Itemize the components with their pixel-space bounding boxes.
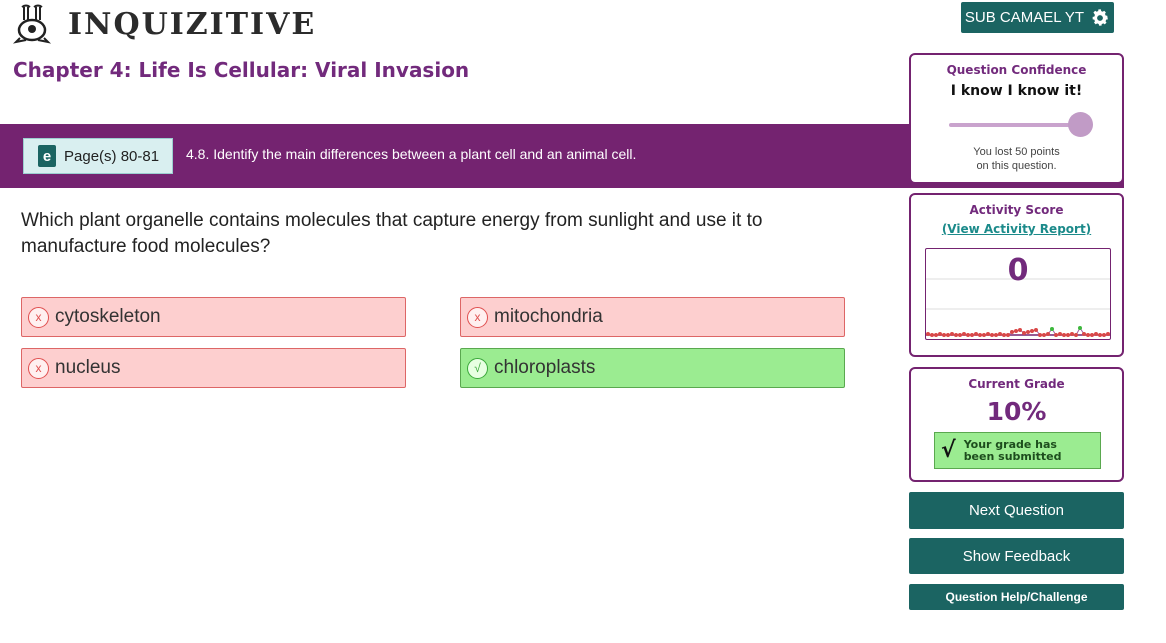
activity-point [1066, 333, 1070, 337]
activity-point [986, 332, 990, 336]
incorrect-x-icon: x [28, 306, 49, 328]
activity-point [1098, 333, 1102, 337]
activity-point [1010, 330, 1014, 334]
ebook-pages-button[interactable]: e Page(s) 80-81 [23, 138, 173, 174]
logo-wordmark: INQUIZITIVE [68, 6, 317, 42]
grade-submitted-badge: √ Your grade has been submitted [934, 432, 1101, 469]
confidence-slider-handle[interactable] [1068, 112, 1093, 137]
question-confidence-panel: Question Confidence I know I know it! Yo… [909, 53, 1124, 184]
activity-point [950, 332, 954, 336]
user-name-label: SUB CAMAEL YT [964, 9, 1085, 26]
activity-point [1026, 330, 1030, 334]
confidence-value: I know I know it! [950, 83, 1083, 99]
incorrect-x-icon: x [467, 306, 488, 328]
answer-label: cytoskeleton [55, 306, 161, 327]
activity-point [942, 333, 946, 337]
activity-point [966, 333, 970, 337]
points-lost-line2: on this question. [976, 160, 1057, 172]
activity-point [998, 332, 1002, 336]
chapter-title: Chapter 4: Life Is Cellular: Viral Invas… [13, 58, 470, 82]
question-help-challenge-button[interactable]: Question Help/Challenge [909, 584, 1124, 610]
incorrect-x-icon: x [28, 357, 49, 379]
activity-point [1050, 327, 1054, 331]
next-question-button[interactable]: Next Question [909, 492, 1124, 529]
page-ref-label: Page(s) 80-81 [64, 147, 160, 165]
activity-point [1078, 326, 1082, 330]
current-grade-panel: Current Grade 10% √ Your grade has been … [909, 367, 1124, 482]
activity-point [1046, 332, 1050, 336]
activity-point [990, 333, 994, 337]
activity-heading: Activity Score [969, 203, 1064, 217]
activity-point [1102, 333, 1106, 337]
question-text: Which plant organelle contains molecules… [21, 210, 763, 257]
activity-point [962, 332, 966, 336]
activity-point [1070, 332, 1074, 336]
checkmark-icon: √ [941, 438, 956, 463]
activity-score-chart: 0 [925, 248, 1111, 340]
activity-point [1054, 333, 1058, 337]
activity-point [1082, 332, 1086, 336]
ebook-icon: e [38, 145, 56, 167]
activity-point [1006, 333, 1010, 337]
activity-point [974, 332, 978, 336]
activity-point [926, 332, 930, 336]
activity-point [1002, 333, 1006, 337]
activity-point [1074, 333, 1078, 337]
grade-value: 10% [986, 397, 1047, 426]
answer-option-nucleus[interactable]: x nucleus [21, 348, 406, 388]
points-lost-note: You lost 50 points on this question. [911, 145, 1122, 173]
answer-label: mitochondria [494, 306, 603, 327]
learning-objective: 4.8. Identify the main differences betwe… [186, 146, 637, 162]
grade-submitted-text: Your grade has been submitted [963, 437, 1062, 463]
activity-point [958, 333, 962, 337]
activity-point [1018, 328, 1022, 332]
activity-point [954, 333, 958, 337]
activity-point [930, 333, 934, 337]
bunny-logo-icon [12, 4, 52, 44]
confidence-heading: Question Confidence [946, 63, 1087, 77]
answer-option-cytoskeleton[interactable]: x cytoskeleton [21, 297, 406, 337]
activity-point [970, 333, 974, 337]
answer-option-chloroplasts[interactable]: √ chloroplasts [460, 348, 845, 388]
answer-label: chloroplasts [494, 357, 596, 378]
activity-point [1058, 332, 1062, 336]
activity-point [938, 332, 942, 336]
grade-heading: Current Grade [968, 377, 1065, 391]
activity-point [982, 333, 986, 337]
activity-point [1034, 328, 1038, 332]
activity-score-panel: Activity Score (View Activity Report) 0 [909, 193, 1124, 357]
activity-point [994, 333, 998, 337]
user-account-button[interactable]: SUB CAMAEL YT [961, 2, 1114, 33]
correct-check-icon: √ [467, 357, 488, 379]
activity-point [1042, 333, 1046, 337]
answer-label: nucleus [55, 357, 121, 378]
confidence-slider[interactable] [949, 112, 1093, 137]
activity-point [1062, 333, 1066, 337]
grade-submitted-line2: been submitted [963, 449, 1062, 463]
activity-point [1022, 331, 1026, 335]
view-activity-report-link[interactable]: (View Activity Report) [942, 222, 1091, 236]
activity-point [1014, 329, 1018, 333]
gear-icon [1092, 8, 1108, 26]
grade-submitted-line1: Your grade has [963, 437, 1057, 451]
activity-point [1086, 333, 1090, 337]
answer-option-mitochondria[interactable]: x mitochondria [460, 297, 845, 337]
activity-score-value: 0 [1007, 253, 1029, 288]
inquizitive-logo: INQUIZITIVE [12, 4, 316, 44]
activity-point [1090, 333, 1094, 337]
points-lost-line1: You lost 50 points [973, 146, 1060, 158]
show-feedback-button[interactable]: Show Feedback [909, 538, 1124, 574]
activity-point [1106, 332, 1110, 336]
activity-point [978, 333, 982, 337]
activity-point [1094, 332, 1098, 336]
activity-point [1030, 329, 1034, 333]
activity-point [946, 333, 950, 337]
activity-point [1038, 333, 1042, 337]
activity-point [934, 333, 938, 337]
